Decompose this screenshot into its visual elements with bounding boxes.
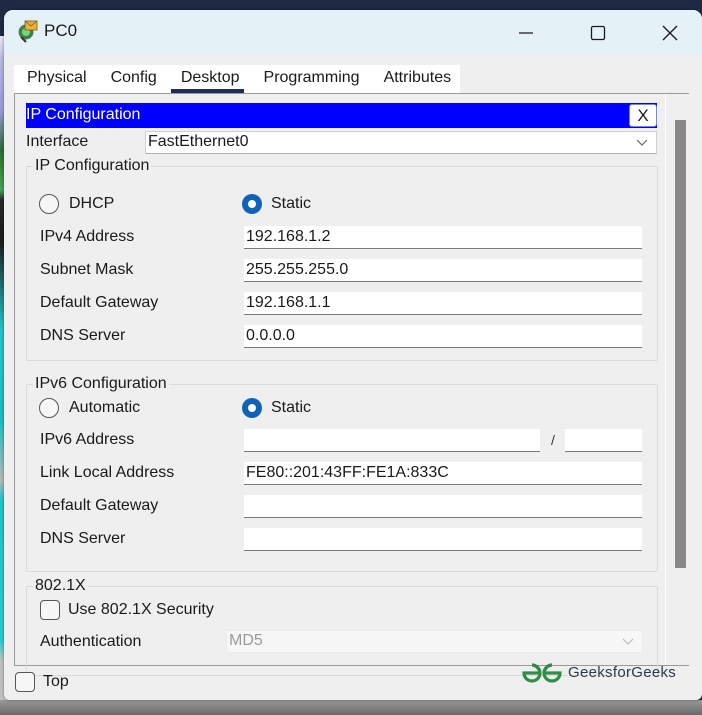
- chevron-down-icon: [636, 139, 648, 146]
- interface-select[interactable]: FastEthernet0: [145, 131, 657, 154]
- scrollbar-thumb[interactable]: [675, 120, 686, 568]
- dot1x-group-title: 802.1X: [33, 577, 88, 595]
- link-local-address-input[interactable]: [244, 462, 642, 485]
- ipv6-static-radio-label[interactable]: Static: [271, 399, 311, 417]
- ipv6-address-input[interactable]: [244, 429, 540, 452]
- ipv4-default-gateway-input[interactable]: [244, 292, 642, 315]
- close-window-button[interactable]: [644, 10, 696, 55]
- tab-physical[interactable]: Physical: [14, 65, 98, 93]
- close-panel-button[interactable]: X: [629, 104, 657, 127]
- geeksforgeeks-logo-icon: [522, 663, 562, 683]
- dhcp-radio-label[interactable]: DHCP: [69, 195, 114, 213]
- geeksforgeeks-watermark: GeeksforGeeks: [568, 664, 677, 681]
- pc-envelope-icon: [18, 20, 38, 43]
- tab-desktop[interactable]: Desktop: [168, 65, 251, 93]
- use-8021x-security-checkbox[interactable]: [40, 600, 60, 620]
- ipv6-group-title: IPv6 Configuration: [33, 375, 169, 393]
- title-bar[interactable]: PC0: [4, 10, 702, 55]
- ipv6-prefix-length-input[interactable]: [565, 429, 642, 452]
- ipv4-address-input[interactable]: [244, 226, 642, 249]
- chevron-down-icon: [622, 638, 634, 645]
- ipv4-dns-server-label: DNS Server: [40, 327, 126, 344]
- maximize-icon: [590, 25, 606, 40]
- interface-value: FastEthernet0: [148, 133, 249, 150]
- ipv6-default-gateway-label: Default Gateway: [40, 497, 159, 514]
- desktop-taskbar-edge: [0, 700, 702, 715]
- ipv4-group-title: IP Configuration: [33, 157, 152, 175]
- ipv6-address-label: IPv6 Address: [40, 431, 135, 448]
- subnet-mask-label: Subnet Mask: [40, 261, 134, 278]
- window-title: PC0: [44, 21, 78, 40]
- ipv6-automatic-radio-label[interactable]: Automatic: [69, 399, 140, 417]
- authentication-select[interactable]: MD5: [226, 630, 643, 653]
- minimize-button[interactable]: [500, 10, 552, 55]
- ipv6-dns-server-label: DNS Server: [40, 530, 126, 547]
- dhcp-radio[interactable]: [39, 194, 59, 214]
- ipv4-address-label: IPv4 Address: [40, 228, 135, 245]
- authentication-value: MD5: [229, 632, 263, 649]
- prefix-separator: /: [551, 432, 555, 448]
- tab-bar: Physical Config Desktop Programming Attr…: [14, 65, 460, 93]
- ipv6-automatic-radio[interactable]: [39, 398, 59, 418]
- pc0-window: PC0 Physical Config Desktop Programming …: [4, 10, 702, 700]
- ipv6-static-radio[interactable]: [242, 398, 262, 418]
- ipv4-dns-server-input[interactable]: [244, 325, 642, 348]
- tab-config[interactable]: Config: [98, 65, 168, 93]
- tab-programming[interactable]: Programming: [251, 65, 371, 93]
- tab-attributes[interactable]: Attributes: [371, 65, 463, 93]
- top-checkbox[interactable]: [15, 672, 35, 692]
- minimize-icon: [519, 31, 533, 34]
- link-local-address-label: Link Local Address: [40, 464, 175, 481]
- ipv6-default-gateway-input[interactable]: [244, 495, 642, 518]
- desktop-content: IP Configuration X Interface FastEtherne…: [14, 93, 689, 676]
- close-icon: [662, 25, 678, 40]
- subnet-mask-input[interactable]: [244, 259, 642, 282]
- interface-label: Interface: [26, 133, 89, 150]
- ipv6-dns-server-input[interactable]: [244, 528, 642, 551]
- authentication-label: Authentication: [40, 633, 142, 650]
- top-checkbox-label[interactable]: Top: [43, 673, 69, 691]
- use-8021x-security-label[interactable]: Use 802.1X Security: [68, 601, 214, 619]
- maximize-button[interactable]: [572, 10, 624, 55]
- ipv4-default-gateway-label: Default Gateway: [40, 294, 159, 311]
- ipv4-static-radio-label[interactable]: Static: [271, 195, 311, 213]
- ip-configuration-header: IP Configuration: [26, 103, 657, 128]
- ipv4-static-radio[interactable]: [242, 194, 262, 214]
